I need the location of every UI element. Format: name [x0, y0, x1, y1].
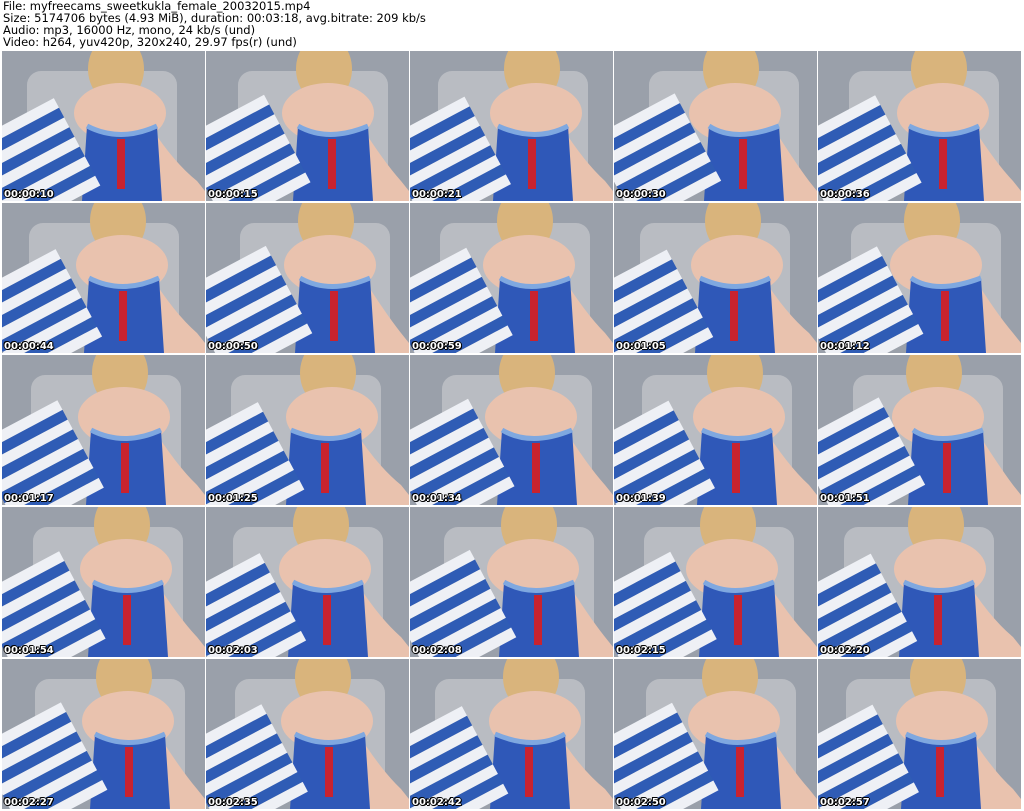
- video-thumbnail: 00:00:44: [2, 203, 205, 353]
- video-thumbnail: 00:02:20: [818, 507, 1021, 657]
- thumbnail-timestamp: 00:00:21: [412, 189, 462, 200]
- frame-image: [206, 51, 409, 201]
- thumbnail-timestamp: 00:01:51: [820, 493, 870, 504]
- thumbnail-timestamp: 00:00:10: [4, 189, 54, 200]
- frame-image: [410, 659, 613, 809]
- video-thumbnail: 00:02:27: [2, 659, 205, 809]
- thumbnail-timestamp: 00:02:35: [208, 797, 258, 808]
- frame-image: [2, 355, 205, 505]
- thumbnail-timestamp: 00:01:12: [820, 341, 870, 352]
- video-thumbnail: 00:02:08: [410, 507, 613, 657]
- video-thumbnail: 00:00:30: [614, 51, 817, 201]
- frame-image: [410, 355, 613, 505]
- video-info: Video: h264, yuv420p, 320x240, 29.97 fps…: [3, 35, 297, 49]
- video-thumbnail: 00:00:59: [410, 203, 613, 353]
- thumbnail-timestamp: 00:01:39: [616, 493, 666, 504]
- thumbnail-timestamp: 00:00:30: [616, 189, 666, 200]
- thumbnail-timestamp: 00:00:59: [412, 341, 462, 352]
- video-thumbnail: 00:01:39: [614, 355, 817, 505]
- frame-image: [818, 659, 1021, 809]
- thumbnail-timestamp: 00:01:05: [616, 341, 666, 352]
- video-thumbnail: 00:01:25: [206, 355, 409, 505]
- thumbnail-timestamp: 00:01:17: [4, 493, 54, 504]
- frame-image: [2, 659, 205, 809]
- frame-image: [818, 51, 1021, 201]
- video-thumbnail: 00:02:35: [206, 659, 409, 809]
- thumbnail-timestamp: 00:02:50: [616, 797, 666, 808]
- frame-image: [818, 507, 1021, 657]
- frame-image: [206, 659, 409, 809]
- video-thumbnail: 00:01:12: [818, 203, 1021, 353]
- frame-image: [410, 203, 613, 353]
- thumbnail-timestamp: 00:01:34: [412, 493, 462, 504]
- frame-image: [206, 203, 409, 353]
- frame-image: [818, 355, 1021, 505]
- thumbnail-timestamp: 00:02:27: [4, 797, 54, 808]
- video-thumbnail: 00:02:03: [206, 507, 409, 657]
- video-thumbnail: 00:01:05: [614, 203, 817, 353]
- video-thumbnail: 00:02:42: [410, 659, 613, 809]
- thumbnail-timestamp: 00:00:44: [4, 341, 54, 352]
- thumbnail-timestamp: 00:00:36: [820, 189, 870, 200]
- thumbnail-timestamp: 00:00:15: [208, 189, 258, 200]
- video-thumbnail: 00:00:10: [2, 51, 205, 201]
- video-thumbnail: 00:00:36: [818, 51, 1021, 201]
- video-thumbnail: 00:00:50: [206, 203, 409, 353]
- frame-image: [614, 659, 817, 809]
- video-thumbnail: 00:02:57: [818, 659, 1021, 809]
- thumbnail-grid: 00:00:10 00:00:15 00:00:21 00:00:30 00:00:36…: [2, 51, 1022, 811]
- frame-image: [2, 203, 205, 353]
- video-thumbnail: 00:01:51: [818, 355, 1021, 505]
- thumbnail-timestamp: 00:01:25: [208, 493, 258, 504]
- frame-image: [410, 507, 613, 657]
- frame-image: [2, 507, 205, 657]
- video-thumbnail: 00:00:21: [410, 51, 613, 201]
- frame-image: [614, 203, 817, 353]
- thumbnail-timestamp: 00:02:20: [820, 645, 870, 656]
- frame-image: [818, 203, 1021, 353]
- thumbnail-timestamp: 00:02:03: [208, 645, 258, 656]
- thumbnail-timestamp: 00:02:42: [412, 797, 462, 808]
- video-thumbnail: 00:01:34: [410, 355, 613, 505]
- video-thumbnail: 00:01:54: [2, 507, 205, 657]
- video-thumbnail: 00:00:15: [206, 51, 409, 201]
- video-thumbnail: 00:01:17: [2, 355, 205, 505]
- frame-image: [2, 51, 205, 201]
- thumbnail-timestamp: 00:02:15: [616, 645, 666, 656]
- thumbnail-timestamp: 00:01:54: [4, 645, 54, 656]
- video-thumbnail: 00:02:15: [614, 507, 817, 657]
- frame-image: [614, 51, 817, 201]
- thumbnail-timestamp: 00:02:08: [412, 645, 462, 656]
- frame-image: [206, 355, 409, 505]
- thumbnail-timestamp: 00:02:57: [820, 797, 870, 808]
- video-thumbnail: 00:02:50: [614, 659, 817, 809]
- thumbnail-timestamp: 00:00:50: [208, 341, 258, 352]
- frame-image: [410, 51, 613, 201]
- frame-image: [614, 507, 817, 657]
- info-header: File: myfreecams_sweetkukla_female_20032…: [3, 0, 1021, 50]
- frame-image: [206, 507, 409, 657]
- frame-image: [614, 355, 817, 505]
